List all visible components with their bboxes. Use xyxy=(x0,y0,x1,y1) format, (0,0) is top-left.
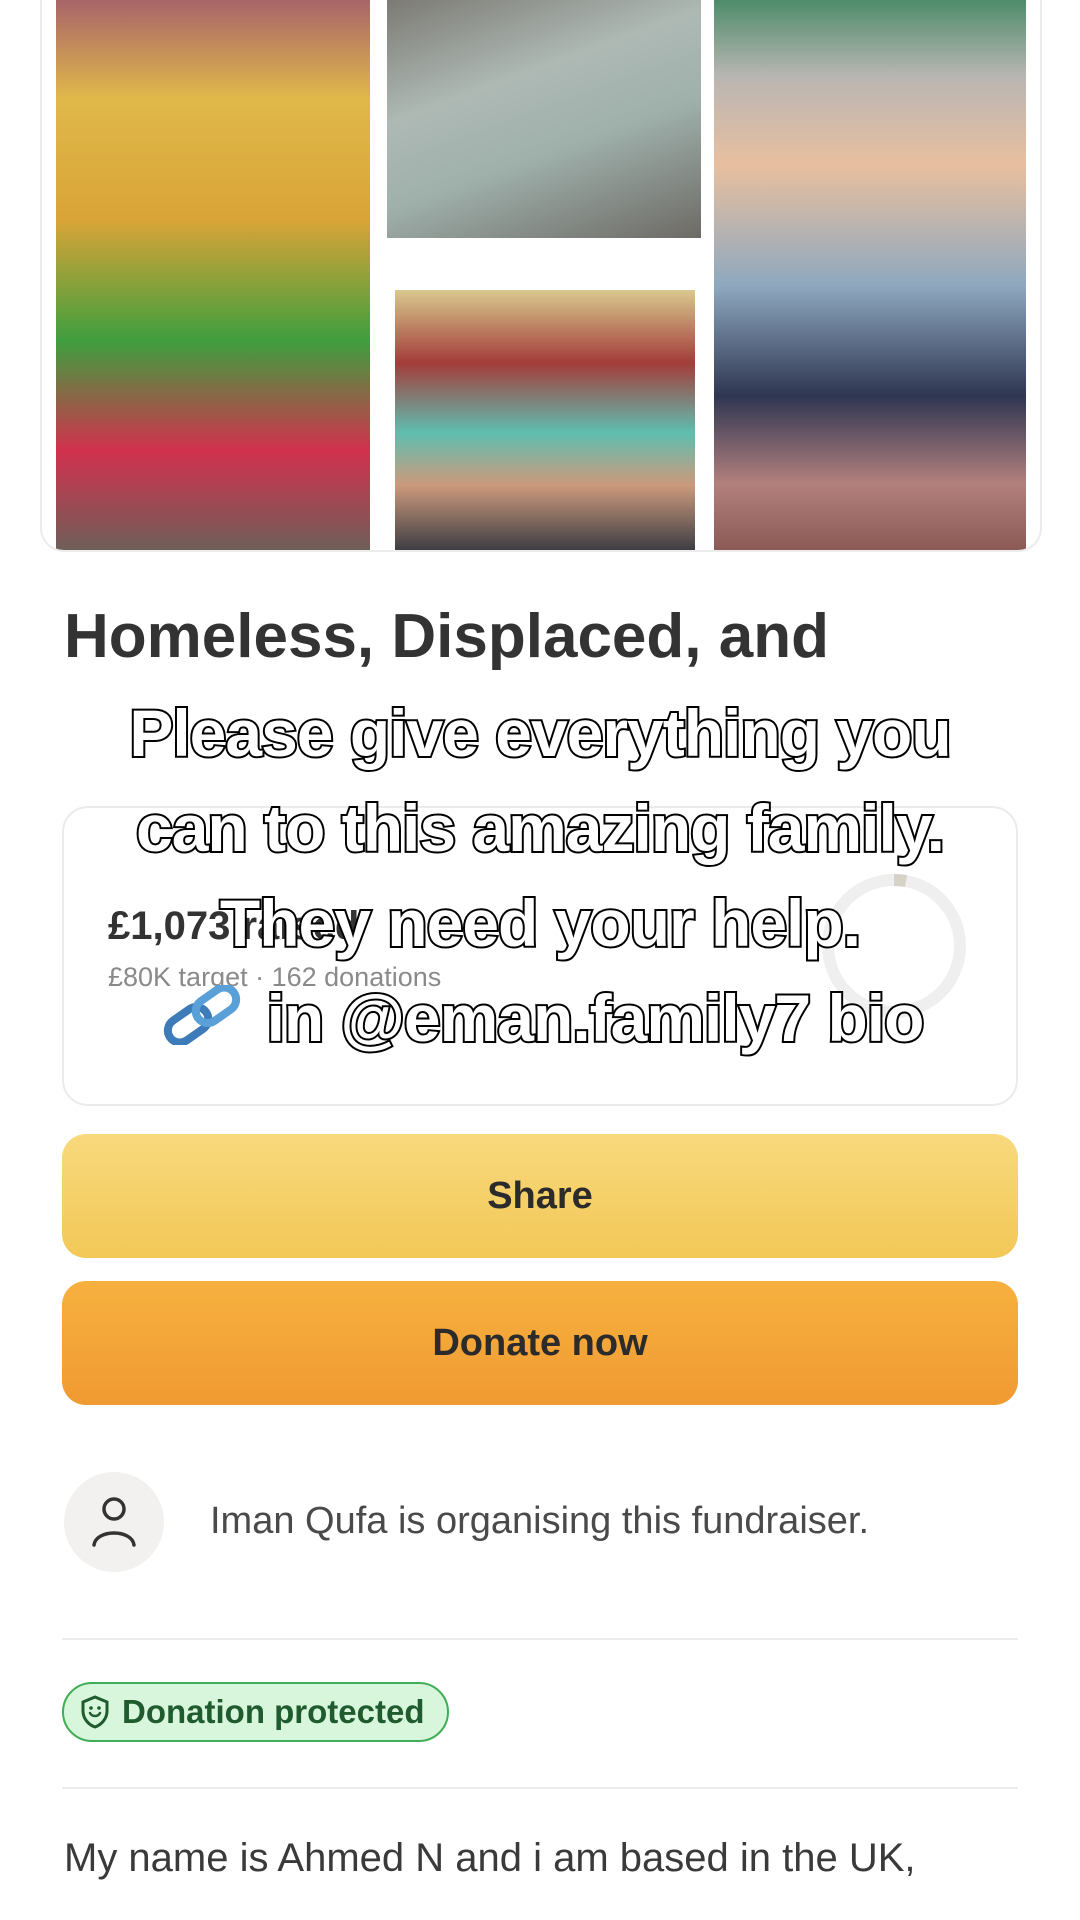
photo-couple-selfie[interactable] xyxy=(395,290,695,550)
caption-line-4-text: in @eman.family7 bio xyxy=(265,979,927,1057)
caption-line-2: can to this amazing family. xyxy=(134,789,947,867)
shield-icon xyxy=(81,1695,109,1729)
avatar[interactable] xyxy=(64,1472,164,1572)
divider xyxy=(62,1787,1018,1789)
organiser-text: Iman Qufa is organising this fundraiser. xyxy=(210,1500,870,1542)
story-text: My name is Ahmed N and i am based in the… xyxy=(64,1836,916,1880)
fundraiser-page: Homeless, Displaced, and £1,073 raised £… xyxy=(0,0,1080,1920)
caption-line-1: Please give everything you xyxy=(127,694,953,772)
share-button[interactable]: Share xyxy=(62,1134,1018,1258)
photo-collage[interactable] xyxy=(42,0,1040,550)
divider xyxy=(62,1638,1018,1640)
photo-baby-in-hat[interactable] xyxy=(714,0,1026,550)
donation-protected-badge[interactable]: Donation protected xyxy=(62,1682,449,1742)
donate-now-button[interactable]: Donate now xyxy=(62,1281,1018,1405)
link-icon xyxy=(163,985,240,1045)
campaign-title-line: Homeless, Displaced, and xyxy=(64,602,829,671)
person-icon xyxy=(92,1497,136,1547)
badge-label: Donation protected xyxy=(122,1693,425,1730)
organiser-row[interactable]: Iman Qufa is organising this fundraiser. xyxy=(64,1472,1020,1572)
video-caption-overlay: Please give everything you can to this a… xyxy=(0,686,1080,1066)
campaign-title: Homeless, Displaced, and xyxy=(64,600,1024,674)
caption-line-4: in @eman.family7 bio xyxy=(0,971,1080,1066)
donate-button-label: Donate now xyxy=(432,1321,648,1364)
photo-baby-in-grey-outfit[interactable] xyxy=(387,0,701,238)
caption-line-3: They need your help. xyxy=(218,884,863,962)
share-button-label: Share xyxy=(487,1174,593,1217)
photo-child-on-ride-on-toy[interactable] xyxy=(56,0,370,550)
